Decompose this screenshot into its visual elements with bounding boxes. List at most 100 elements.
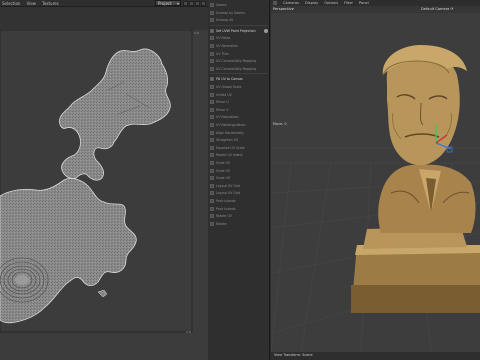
uv-space-value: Project [158, 1, 172, 6]
tool-item[interactable]: UV Tiles [210, 51, 268, 57]
tool-item-label: Pack Islands [216, 199, 236, 203]
menu-view[interactable]: View [26, 1, 36, 6]
tool-item-label: Align Horizontally [216, 130, 245, 135]
tool-item[interactable]: Layout UV Grid [210, 183, 268, 189]
move-readout: Move: 0 [273, 122, 287, 126]
tool-item[interactable]: Fill UV to Canvas [210, 76, 268, 82]
tool-divider [210, 24, 268, 26]
view-button[interactable] [189, 1, 194, 6]
uv-layout-svg [0, 30, 193, 333]
tool-item[interactable]: Rotate UV Island [210, 152, 268, 158]
bust-head[interactable] [382, 45, 467, 166]
tool-item[interactable]: UV Rectangulation [210, 122, 268, 128]
tool-icon [210, 59, 214, 64]
tool-item[interactable]: UV Relax [210, 35, 268, 41]
tool-item-label: Unwrap by Seams [216, 10, 245, 15]
tool-item[interactable]: Unfold UV [210, 92, 268, 98]
uv-space-dropdown[interactable]: Project ▾ [155, 0, 181, 6]
menu-textures[interactable]: Textures [42, 1, 59, 6]
uv-island-fragment[interactable] [97, 289, 108, 298]
tool-item[interactable]: Unwrap All [210, 17, 268, 23]
tool-icon [210, 85, 214, 89]
tool-item-label: Pack Islands [216, 206, 236, 211]
tool-item-label: Rotate UV Island [216, 153, 243, 158]
tool-item[interactable]: Rotate UV [210, 213, 268, 219]
tool-icon [210, 107, 214, 112]
tool-item-label: Fill UV to Canvas [216, 77, 243, 82]
tool-icon [210, 206, 214, 211]
tool-icon [210, 168, 214, 173]
tool-item[interactable]: Seams [210, 2, 268, 8]
tool-item[interactable]: Set UVW Point Projection [210, 28, 268, 34]
tool-item[interactable]: Align Horizontally [210, 130, 268, 136]
uv-canvas[interactable]: 1.0 1.0 [0, 30, 208, 360]
tool-item[interactable]: Mirror U [210, 99, 268, 105]
menu-panel[interactable]: Panel [359, 1, 369, 5]
tool-item-label: UV Tiles [216, 51, 229, 56]
tool-icon [210, 3, 214, 7]
view-icon[interactable] [273, 1, 277, 5]
menu-cameras[interactable]: Cameras [283, 1, 299, 5]
tool-icon [210, 161, 214, 165]
perspective-label[interactable]: Perspective [273, 7, 294, 11]
tool-item-label: Scale UV [216, 161, 231, 165]
uv-island-lower[interactable] [0, 178, 137, 324]
view-button[interactable] [195, 1, 200, 6]
tool-icon [210, 36, 214, 41]
uv-view-buttons [183, 0, 207, 7]
tool-item[interactable]: Mirror V [210, 107, 268, 113]
view-transform-label[interactable]: View Transform: Scene [274, 353, 313, 357]
camera-label[interactable]: Default Camera ⟳ [421, 7, 454, 11]
uv-coord-bottom: 1.0 [186, 330, 191, 334]
tool-icon [210, 191, 214, 196]
bust-pedestal[interactable] [351, 227, 480, 313]
tool-icon [210, 153, 214, 158]
tool-icon [210, 221, 214, 226]
tool-icon [210, 92, 214, 97]
tool-item[interactable]: Scale UV [210, 160, 268, 166]
menu-filter[interactable]: Filter [344, 1, 353, 5]
bust-torso[interactable] [378, 164, 476, 233]
tool-item-label: UV Connectivity Mapping [216, 66, 257, 71]
tool-item-label: UV Connectivity Mapping [216, 59, 257, 64]
tool-item[interactable]: Rotate [210, 221, 268, 227]
viewport-3d[interactable]: Cameras Display Options Filter Panel Per… [271, 0, 480, 360]
tool-icon [210, 214, 214, 219]
tool-item[interactable]: Equalize UV Scale [210, 145, 268, 151]
tool-icon [210, 145, 214, 150]
view-button[interactable] [183, 1, 188, 6]
tool-item[interactable]: UV Connectivity Mapping [210, 66, 268, 72]
tool-item-label: Rotate UV [216, 214, 232, 219]
tool-item-label: Mirror U [216, 100, 229, 105]
view-button[interactable] [201, 1, 206, 6]
tool-item[interactable]: UV Normalize [210, 43, 268, 49]
tool-item[interactable]: UV Regulation [210, 114, 268, 120]
tool-item[interactable]: Scale UV [210, 175, 268, 181]
uv-island-shell[interactable] [59, 48, 171, 181]
tool-item-label: Set UVW Point Projection [216, 28, 256, 33]
tool-item[interactable]: Pack Islands [210, 198, 268, 204]
tool-item[interactable]: Pack Islands [210, 206, 268, 212]
tool-icon [210, 199, 214, 203]
tool-item[interactable]: Unwrap by Seams [210, 10, 268, 16]
viewport-scene [271, 45, 480, 352]
uv-coord-top: 1.0 [194, 31, 199, 35]
tool-item-label: Scale UV [216, 176, 231, 181]
tool-item-label: Seams [216, 3, 227, 7]
tool-item-label: Unwrap All [216, 18, 234, 23]
tool-item[interactable]: Straighten UV [210, 137, 268, 143]
tool-item[interactable]: UV Global Scale [210, 84, 268, 90]
menu-display[interactable]: Display [305, 1, 318, 5]
tool-item[interactable]: UV Connectivity Mapping [210, 58, 268, 64]
tool-item[interactable]: Layout UV Grid [210, 190, 268, 196]
menu-options[interactable]: Options [324, 1, 338, 5]
menu-selection[interactable]: Selection [2, 1, 20, 6]
tool-item[interactable]: Scale UV [210, 168, 268, 174]
tool-item-label: Straighten UV [216, 138, 239, 143]
tool-icon [210, 10, 214, 15]
uv-toolbar [0, 7, 208, 30]
tool-item-label: Equalize UV Scale [216, 145, 245, 150]
tool-icon [210, 100, 214, 105]
help-icon[interactable] [264, 28, 268, 33]
tool-divider [210, 73, 268, 75]
